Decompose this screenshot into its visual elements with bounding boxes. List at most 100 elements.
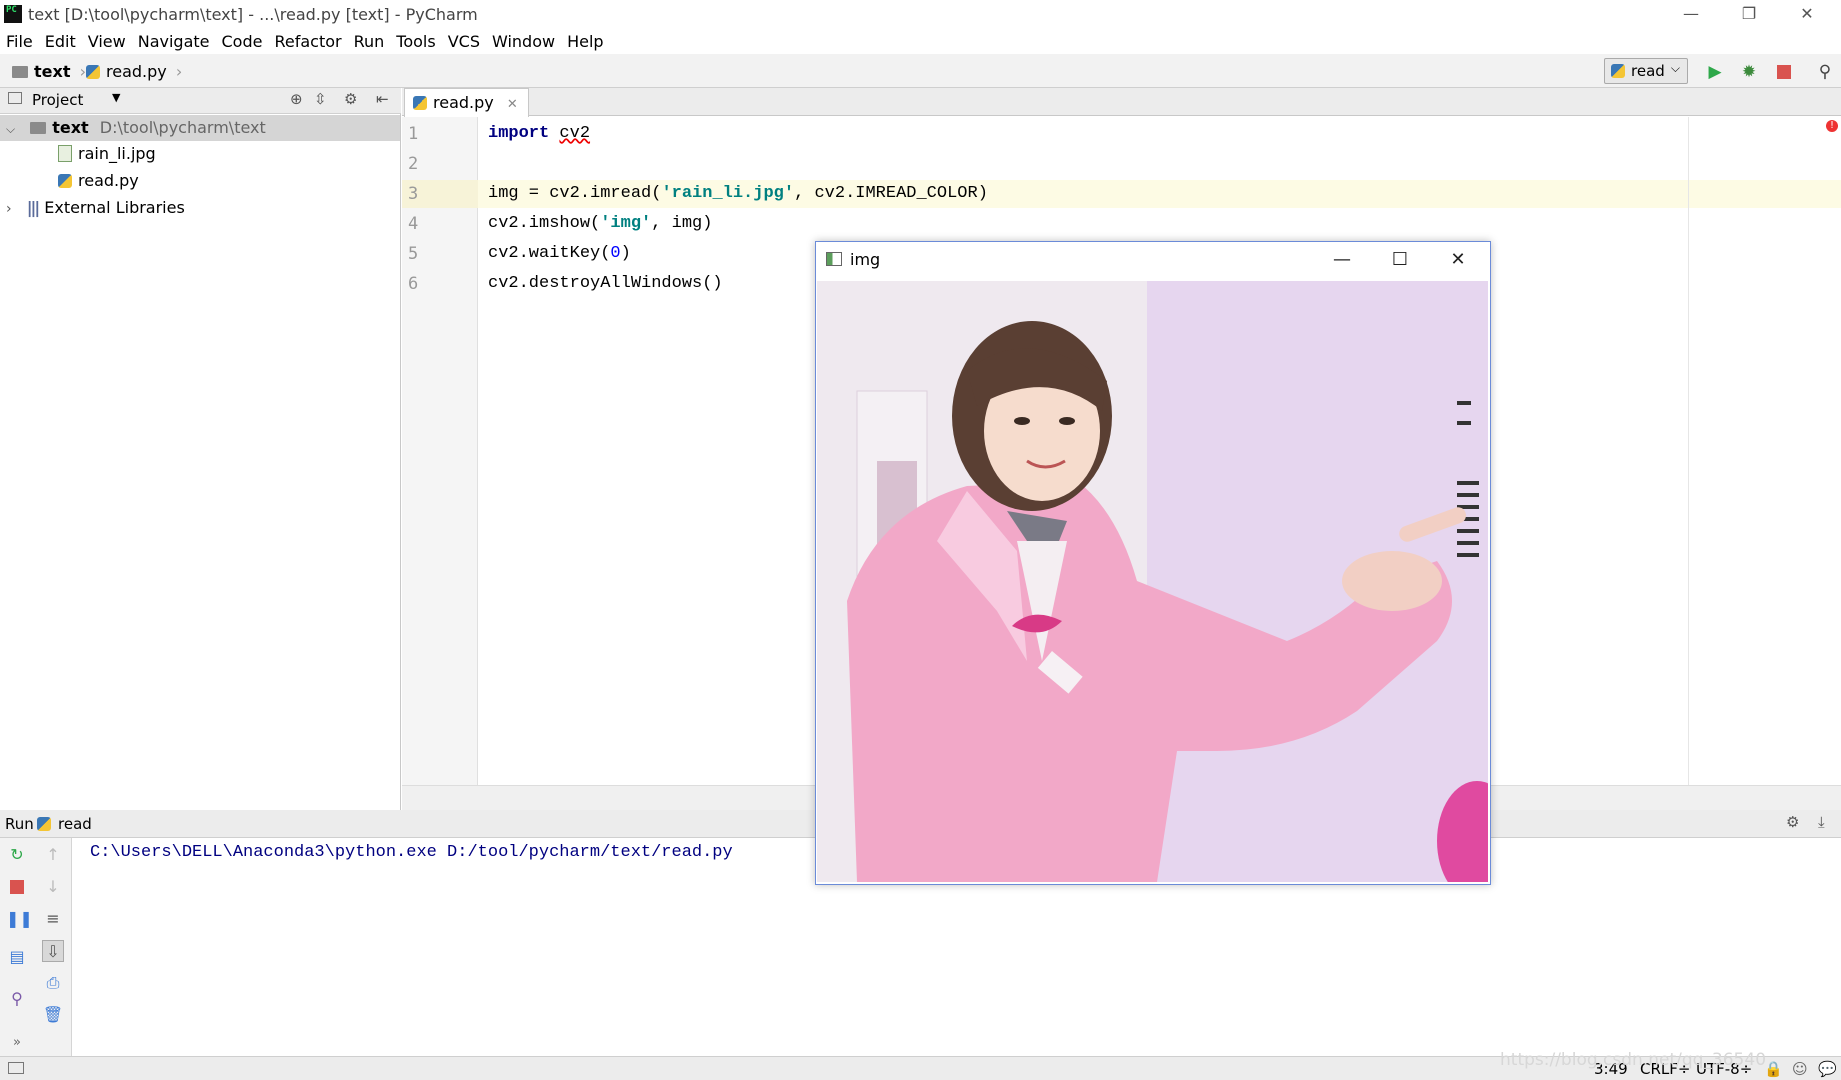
code-line-5[interactable]: cv2.waitKey(0)	[488, 244, 631, 263]
title-bar: PC text [D:\tool\pycharm\text] - ...\rea…	[0, 0, 1841, 28]
rerun-icon[interactable]: ↻	[6, 844, 28, 866]
python-file-icon	[37, 817, 51, 831]
code-line-3[interactable]: img = cv2.imread('rain_li.jpg', cv2.IMRE…	[488, 184, 988, 203]
run-config-dropdown[interactable]: read ⌵	[1604, 58, 1688, 84]
breadcrumb-separator-icon: ›	[175, 62, 183, 81]
chevron-down-icon[interactable]: ▼	[112, 91, 120, 104]
breadcrumb-separator-icon: ›	[79, 62, 86, 81]
close-tab-icon[interactable]: ✕	[507, 97, 518, 112]
navigation-bar	[0, 54, 1841, 88]
image-window-maximize-button[interactable]: ☐	[1380, 244, 1420, 276]
stop-icon	[1777, 65, 1791, 79]
breadcrumb-project[interactable]: text ›	[12, 62, 90, 81]
gear-icon[interactable]: ⚙	[1786, 813, 1799, 831]
locate-icon[interactable]: ⊕	[290, 90, 303, 108]
run-toolbar: ↻ ↑ ↓ ❚❚ ≡ ▤ ⇩ ⎙ ⚲ 🗑 »	[0, 838, 72, 1056]
editor-tab-bar	[402, 88, 1841, 116]
print-icon[interactable]: ⎙	[42, 972, 64, 994]
code-line-6[interactable]: cv2.destroyAllWindows()	[488, 274, 723, 293]
menu-tools[interactable]: Tools	[396, 32, 435, 51]
photo-illustration	[817, 281, 1488, 882]
run-panel-config[interactable]: read	[58, 815, 92, 833]
layout-icon[interactable]: ▤	[6, 946, 28, 968]
library-icon: |||	[26, 198, 40, 217]
menu-bar: File Edit View Navigate Code Refactor Ru…	[0, 28, 1841, 54]
chevron-down-icon: ⌵	[1670, 61, 1680, 75]
displayed-photo	[817, 281, 1488, 882]
tree-item-file[interactable]: read.py	[0, 168, 400, 194]
python-file-icon	[1611, 64, 1625, 78]
tree-item-root[interactable]: ⌵ text D:\tool\pycharm\text	[0, 115, 400, 141]
trash-icon[interactable]: 🗑	[42, 1004, 64, 1026]
event-log-icon[interactable]: 💬	[1818, 1060, 1837, 1078]
editor-tab[interactable]: read.py ✕	[404, 88, 529, 117]
image-window-close-button[interactable]: ✕	[1438, 244, 1478, 276]
watermark: https://blog.csdn.net/qq_36540	[1500, 1050, 1767, 1070]
stop-button[interactable]	[1774, 62, 1794, 82]
line-number: 3	[408, 184, 419, 204]
folder-icon	[30, 122, 47, 134]
menu-vcs[interactable]: VCS	[448, 32, 480, 51]
run-icon[interactable]: ▶	[1705, 62, 1725, 82]
console-output: C:\Users\DELL\Anaconda3\python.exe D:/to…	[90, 843, 733, 862]
expand-icon[interactable]: »	[6, 1032, 28, 1054]
minimize-button[interactable]: —	[1671, 2, 1711, 26]
project-view-icon	[8, 92, 22, 104]
close-button[interactable]: ✕	[1787, 2, 1827, 26]
arrow-up-icon[interactable]: ↑	[42, 844, 64, 866]
search-icon[interactable]: ⚲	[1815, 62, 1835, 82]
menu-view[interactable]: View	[88, 32, 126, 51]
lock-icon[interactable]: 🔒	[1764, 1060, 1783, 1078]
python-file-icon	[58, 174, 72, 188]
image-file-icon	[58, 145, 72, 162]
project-pane-header: Project ▼ ⊕ ⇳ ⚙ ⇤	[0, 88, 401, 114]
menu-code[interactable]: Code	[222, 32, 263, 51]
right-margin-guide	[1688, 117, 1689, 785]
menu-help[interactable]: Help	[567, 32, 603, 51]
tree-item-libraries[interactable]: › ||| External Libraries	[0, 195, 400, 221]
chevron-right-icon[interactable]: ›	[6, 201, 12, 217]
menu-refactor[interactable]: Refactor	[274, 32, 341, 51]
pin-icon[interactable]: ⚲	[6, 988, 28, 1010]
error-indicator-icon[interactable]: !	[1826, 120, 1838, 132]
python-file-icon	[86, 65, 100, 79]
code-line-1[interactable]: import cv2	[488, 124, 590, 143]
menu-window[interactable]: Window	[492, 32, 555, 51]
collapse-all-icon[interactable]: ⇳	[314, 90, 327, 108]
code-line-4[interactable]: cv2.imshow('img', img)	[488, 214, 712, 233]
line-number: 6	[408, 274, 419, 294]
debug-icon[interactable]: ✹	[1739, 62, 1759, 82]
inspector-icon[interactable]: ☺	[1792, 1060, 1808, 1078]
hide-panel-icon[interactable]: ⤓	[1818, 813, 1825, 831]
arrow-down-icon[interactable]: ↓	[42, 876, 64, 898]
image-window-title: img	[850, 250, 881, 269]
restore-button[interactable]: ❐	[1729, 2, 1769, 26]
image-window-minimize-button[interactable]: —	[1322, 244, 1362, 276]
stop-icon	[10, 880, 24, 894]
menu-edit[interactable]: Edit	[45, 32, 76, 51]
run-panel-label: Run	[5, 815, 34, 833]
breadcrumb-file[interactable]: read.py ›	[86, 62, 182, 81]
line-number: 2	[408, 154, 419, 174]
folder-icon	[12, 66, 28, 78]
chevron-down-icon[interactable]: ⌵	[6, 122, 15, 136]
tree-item-file[interactable]: rain_li.jpg	[0, 141, 400, 167]
line-number: 1	[408, 124, 419, 144]
hide-pane-icon[interactable]: ⇤	[376, 90, 389, 108]
project-view-selector[interactable]: Project	[32, 91, 83, 109]
line-number: 4	[408, 214, 419, 234]
app-window-icon	[826, 252, 842, 266]
menu-run[interactable]: Run	[354, 32, 385, 51]
line-number: 5	[408, 244, 419, 264]
pause-icon[interactable]: ❚❚	[6, 908, 33, 930]
menu-navigate[interactable]: Navigate	[138, 32, 210, 51]
tool-windows-icon[interactable]	[8, 1062, 24, 1074]
menu-file[interactable]: File	[6, 32, 33, 51]
scroll-to-end-icon[interactable]: ⇩	[42, 940, 64, 962]
python-file-icon	[413, 96, 427, 110]
stop-button[interactable]	[6, 876, 28, 898]
run-config-label: read	[1631, 62, 1665, 80]
window-title: text [D:\tool\pycharm\text] - ...\read.p…	[28, 5, 478, 24]
gear-icon[interactable]: ⚙	[344, 90, 357, 108]
soft-wrap-icon[interactable]: ≡	[42, 908, 64, 930]
